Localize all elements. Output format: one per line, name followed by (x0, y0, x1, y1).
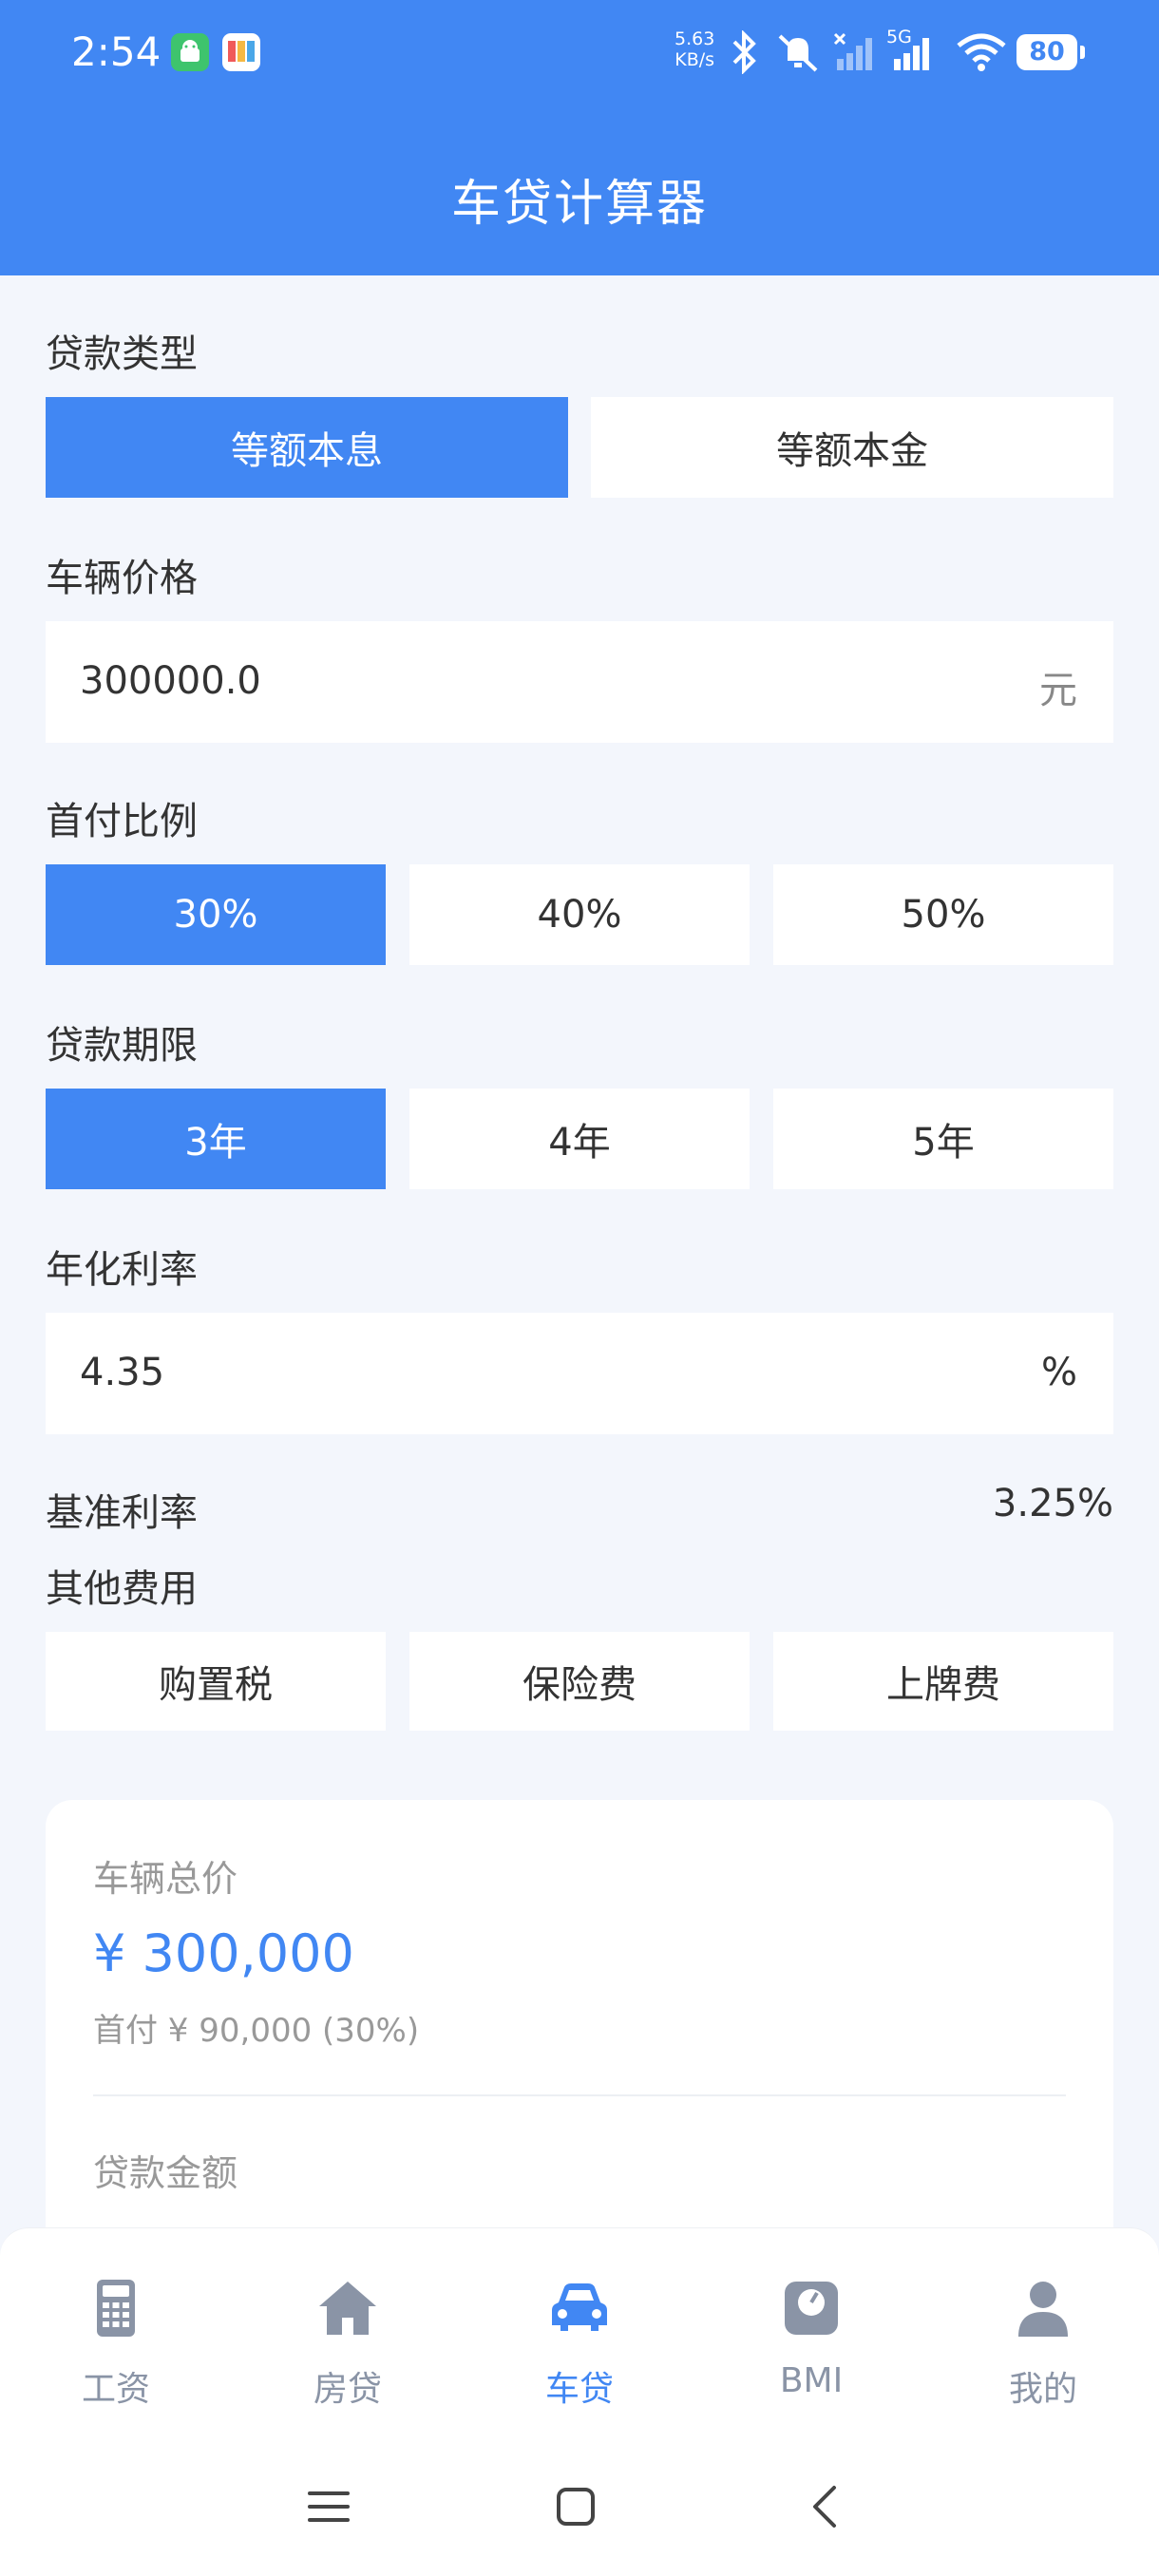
down-payment-label: 首付比例 (46, 800, 198, 843)
battery-indicator: 80 (1016, 34, 1085, 70)
benchmark-rate-label: 基准利率 (46, 1491, 198, 1535)
home-square-icon[interactable] (553, 2484, 598, 2529)
loan-type-equal-principal-button[interactable]: 等额本金 (591, 397, 1113, 498)
loan-term-5-years-button[interactable]: 5年 (773, 1089, 1113, 1189)
loan-term-3-years-button[interactable]: 3年 (46, 1089, 386, 1189)
signal-sim1-icon (833, 32, 872, 70)
person-icon (1018, 2282, 1068, 2337)
tab-profile-label: 我的 (1008, 2370, 1077, 2409)
annual-rate-unit: % (1040, 1351, 1077, 1394)
bottom-tab-bar: 工资 房贷 车贷 BMI 我的 (0, 2227, 1159, 2446)
tab-mortgage[interactable]: 房贷 (232, 2228, 464, 2447)
calculator-icon (97, 2280, 135, 2337)
vehicle-price-label: 车辆价格 (46, 557, 198, 600)
total-price-label: 车辆总价 (93, 1858, 238, 1900)
benchmark-rate-row: 基准利率 3.25% (46, 1482, 1113, 1537)
tab-profile[interactable]: 我的 (927, 2228, 1159, 2447)
status-bar: 2:54 5.63 KB/s 5G 80 (0, 0, 1159, 104)
tab-car-loan-label: 车贷 (544, 2370, 614, 2409)
loan-type-equal-installment-button[interactable]: 等额本息 (46, 397, 568, 498)
page-title: 车贷计算器 (450, 176, 708, 233)
down-payment-summary: 首付 ¥ 90,000 (30%) (93, 2012, 420, 2050)
bluetooth-icon (732, 30, 756, 74)
wifi-icon (957, 33, 1006, 71)
purchase-tax-button[interactable]: 购置税 (46, 1632, 386, 1731)
mute-icon (778, 34, 818, 72)
status-time: 2:54 (71, 28, 162, 75)
tab-bmi[interactable]: BMI (695, 2228, 927, 2447)
other-fees-label: 其他费用 (46, 1567, 198, 1611)
tab-car-loan[interactable]: 车贷 (464, 2228, 695, 2447)
system-nav-bar (0, 2446, 1159, 2576)
annual-rate-label: 年化利率 (46, 1248, 198, 1292)
vehicle-price-input[interactable]: 300000.0 元 (46, 621, 1113, 743)
down-payment-30-button[interactable]: 30% (46, 864, 386, 965)
network-speed: 5.63 KB/s (674, 28, 715, 70)
insurance-fee-button[interactable]: 保险费 (409, 1632, 750, 1731)
back-icon[interactable] (804, 2484, 849, 2529)
loan-term-4-years-button[interactable]: 4年 (409, 1089, 750, 1189)
scale-icon (785, 2282, 838, 2335)
loan-amount-label: 贷款金额 (93, 2152, 238, 2194)
card-divider (93, 2094, 1066, 2096)
loan-term-label: 贷款期限 (46, 1024, 198, 1068)
menu-icon[interactable] (306, 2484, 352, 2529)
gallery-app-icon (222, 33, 260, 71)
total-price-value: ¥ 300,000 (93, 1923, 354, 1983)
tab-salary-label: 工资 (81, 2370, 150, 2409)
down-payment-40-button[interactable]: 40% (409, 864, 750, 965)
license-plate-fee-button[interactable]: 上牌费 (773, 1632, 1113, 1731)
vehicle-price-unit: 元 (1039, 669, 1077, 712)
car-icon (552, 2283, 607, 2331)
tab-bmi-label: BMI (779, 2361, 844, 2400)
benchmark-rate-value: 3.25% (992, 1482, 1113, 1525)
android-app-icon (171, 33, 209, 71)
annual-rate-input[interactable]: 4.35 % (46, 1313, 1113, 1434)
down-payment-50-button[interactable]: 50% (773, 864, 1113, 965)
loan-type-label: 贷款类型 (46, 332, 198, 376)
signal-sim2-icon (894, 38, 929, 70)
app-bar: 车贷计算器 (0, 104, 1159, 275)
house-icon (319, 2282, 376, 2335)
annual-rate-value: 4.35 (80, 1351, 165, 1394)
tab-mortgage-label: 房贷 (313, 2370, 382, 2409)
vehicle-price-value: 300000.0 (80, 659, 261, 703)
tab-salary[interactable]: 工资 (0, 2228, 232, 2447)
